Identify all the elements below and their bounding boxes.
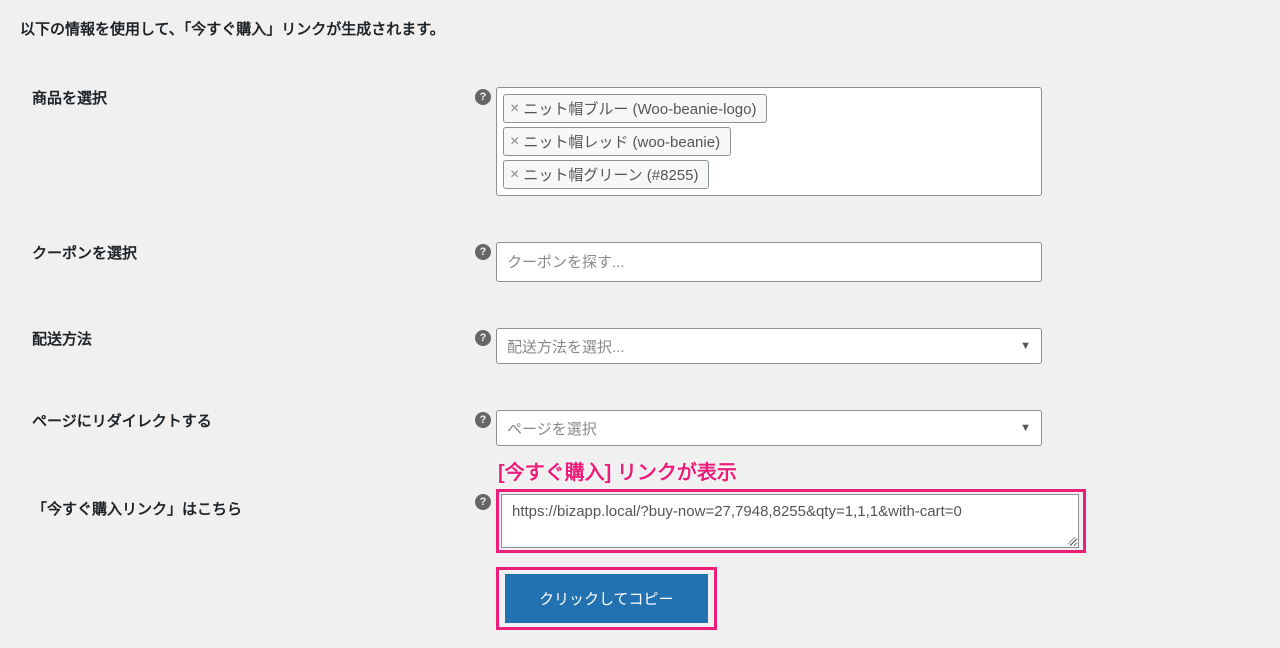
remove-tag-icon[interactable]: × — [510, 101, 519, 117]
row-products: 商品を選択 ? × ニット帽ブルー (Woo-beanie-logo) × ニッ… — [20, 87, 1260, 196]
row-redirect: ページにリダイレクトする ? ページを選択 ▼ — [20, 410, 1260, 446]
product-tag-label: ニット帽ブルー (Woo-beanie-logo) — [523, 98, 756, 119]
product-tag[interactable]: × ニット帽レッド (woo-beanie) — [503, 127, 731, 156]
shipping-select[interactable]: 配送方法を選択... ▼ — [496, 328, 1042, 364]
help-icon[interactable]: ? — [475, 89, 491, 105]
product-tag[interactable]: × ニット帽ブルー (Woo-beanie-logo) — [503, 94, 767, 123]
product-tag-label: ニット帽グリーン (#8255) — [523, 164, 698, 185]
row-shipping: 配送方法 ? 配送方法を選択... ▼ — [20, 328, 1260, 364]
chevron-down-icon: ▼ — [1020, 340, 1031, 352]
product-select[interactable]: × ニット帽ブルー (Woo-beanie-logo) × ニット帽レッド (w… — [496, 87, 1042, 196]
row-buy-now-link: 「今すぐ購入リンク」はこちら ? [今すぐ購入] リンクが表示 https://… — [20, 492, 1260, 630]
shipping-select-placeholder: 配送方法を選択... — [507, 336, 625, 357]
label-products: 商品を選択 — [20, 87, 470, 108]
help-icon[interactable]: ? — [475, 330, 491, 346]
chevron-down-icon: ▼ — [1020, 422, 1031, 434]
redirect-select-placeholder: ページを選択 — [507, 418, 597, 439]
label-redirect: ページにリダイレクトする — [20, 410, 470, 431]
redirect-select[interactable]: ページを選択 ▼ — [496, 410, 1042, 446]
help-icon[interactable]: ? — [475, 244, 491, 260]
help-icon[interactable]: ? — [475, 412, 491, 428]
remove-tag-icon[interactable]: × — [510, 167, 519, 183]
copy-button[interactable]: クリックしてコピー — [505, 574, 708, 623]
annotation-highlight-link: https://bizapp.local/?buy-now=27,7948,82… — [496, 489, 1086, 553]
buy-now-link-output[interactable]: https://bizapp.local/?buy-now=27,7948,82… — [501, 494, 1079, 548]
label-shipping: 配送方法 — [20, 328, 470, 349]
annotation-callout: [今すぐ購入] リンクが表示 — [498, 456, 1086, 485]
intro-text: 以下の情報を使用して、「今すぐ購入」リンクが生成されます。 — [20, 18, 1260, 39]
annotation-highlight-button: クリックしてコピー — [496, 567, 717, 630]
label-coupon: クーポンを選択 — [20, 242, 470, 263]
label-buy-now-link: 「今すぐ購入リンク」はこちら — [20, 492, 470, 519]
coupon-input[interactable]: クーポンを探す... — [496, 242, 1042, 282]
product-tag[interactable]: × ニット帽グリーン (#8255) — [503, 160, 709, 189]
product-tag-label: ニット帽レッド (woo-beanie) — [523, 131, 720, 152]
help-icon[interactable]: ? — [475, 494, 491, 510]
row-coupon: クーポンを選択 ? クーポンを探す... — [20, 242, 1260, 282]
remove-tag-icon[interactable]: × — [510, 134, 519, 150]
